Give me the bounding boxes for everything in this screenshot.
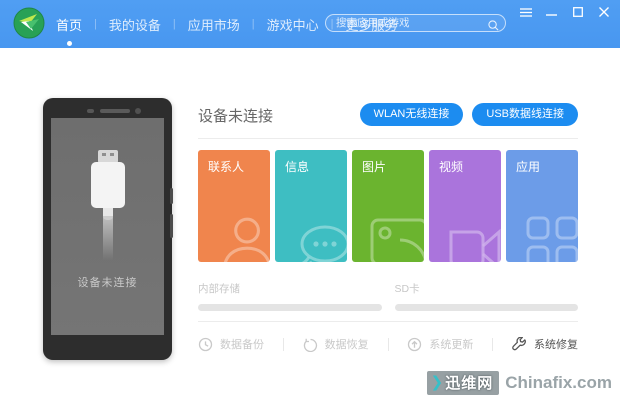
pictures-icon (368, 214, 424, 262)
phone-speaker (100, 109, 130, 113)
phone-illustration: 设备未连接 (43, 98, 173, 360)
watermark-site-name: 迅维网 (445, 375, 494, 392)
videos-icon (443, 216, 501, 262)
page-title: 设备未连接 (198, 108, 274, 125)
tile-messages[interactable]: 信息 (275, 150, 347, 262)
divider (492, 337, 494, 351)
category-tiles: 联系人 信息 图片 视频 应用 (198, 150, 578, 262)
internal-storage: 内部存储 (198, 281, 382, 311)
repair-icon (512, 336, 526, 350)
contacts-icon (214, 212, 270, 262)
window-controls (519, 6, 610, 18)
connect-buttons: WLAN无线连接 USB数据线连接 (359, 103, 578, 126)
action-label: 系统修复 (534, 339, 579, 351)
tile-label: 视频 (439, 160, 464, 174)
data-restore-action[interactable]: 数据恢复 (303, 336, 369, 352)
phone-side-button (170, 214, 173, 238)
watermark-domain: Chinafix.com (505, 373, 612, 392)
divider (198, 138, 578, 139)
watermark: ❯ 迅维网 Chinafix.com (426, 371, 612, 395)
nav-item-game-center[interactable]: 游戏中心 (265, 15, 321, 34)
nav-separator: | (94, 18, 97, 30)
storage-section: 内部存储 SD卡 (198, 281, 578, 311)
system-update-action[interactable]: 系统更新 (407, 336, 473, 352)
maximize-icon[interactable] (571, 6, 584, 18)
apps-icon (522, 212, 578, 262)
system-repair-action[interactable]: 系统修复 (512, 336, 578, 352)
phone-status-text: 设备未连接 (77, 277, 138, 289)
messages-icon (287, 218, 347, 262)
internal-storage-bar (198, 304, 382, 311)
nav-item-home[interactable]: 首页 (54, 15, 84, 46)
actions-bar: 数据备份 数据恢复 系统更新 系统修复 (198, 332, 578, 356)
divider (198, 321, 578, 322)
nav-item-my-devices[interactable]: 我的设备 (107, 15, 163, 34)
divider (387, 337, 389, 351)
tile-pictures[interactable]: 图片 (352, 150, 424, 262)
wlan-connect-button[interactable]: WLAN无线连接 (359, 103, 464, 126)
tile-label: 图片 (362, 160, 387, 174)
internal-storage-label: 内部存储 (198, 283, 240, 295)
phone-side-button (170, 188, 173, 204)
search-box[interactable] (325, 14, 506, 32)
divider (282, 337, 284, 351)
close-icon[interactable] (597, 6, 610, 18)
tile-label: 应用 (516, 160, 541, 174)
minimize-icon[interactable] (545, 6, 558, 18)
menu-icon[interactable] (519, 6, 532, 18)
tile-apps[interactable]: 应用 (506, 150, 578, 262)
action-label: 数据恢复 (324, 339, 369, 351)
topbar: 首页 | 我的设备 | 应用市场 | 游戏中心 | 更多服务 (0, 0, 620, 48)
phone-screen: 设备未连接 (51, 118, 164, 335)
phone-camera-dot (87, 109, 94, 113)
search-icon[interactable] (488, 18, 499, 30)
phone-sensor-dot (135, 108, 141, 114)
nav-separator: | (251, 18, 255, 30)
nav-separator: | (172, 18, 176, 30)
data-backup-action[interactable]: 数据备份 (198, 336, 264, 352)
watermark-box: ❯ 迅维网 (426, 371, 500, 395)
update-icon (408, 337, 422, 351)
usb-plug-icon (86, 150, 130, 265)
sd-card-label: SD卡 (394, 283, 420, 295)
sd-card-storage: SD卡 (394, 281, 578, 311)
tile-label: 信息 (285, 160, 310, 174)
restore-icon (303, 338, 317, 352)
tile-label: 联系人 (208, 160, 245, 174)
tile-videos[interactable]: 视频 (429, 150, 501, 262)
nav-item-app-market[interactable]: 应用市场 (186, 15, 242, 34)
tile-contacts[interactable]: 联系人 (198, 150, 270, 262)
action-label: 系统更新 (429, 339, 474, 351)
search-input[interactable] (326, 17, 488, 29)
action-label: 数据备份 (220, 339, 264, 351)
sd-card-bar (394, 304, 578, 311)
usb-connect-button[interactable]: USB数据线连接 (472, 103, 578, 126)
app-logo-icon[interactable] (13, 7, 45, 39)
chevron-icon: ❯ (430, 374, 444, 391)
app-window: 首页 | 我的设备 | 应用市场 | 游戏中心 | 更多服务 搜索应用或游戏 设… (0, 0, 620, 400)
backup-icon (198, 337, 213, 351)
